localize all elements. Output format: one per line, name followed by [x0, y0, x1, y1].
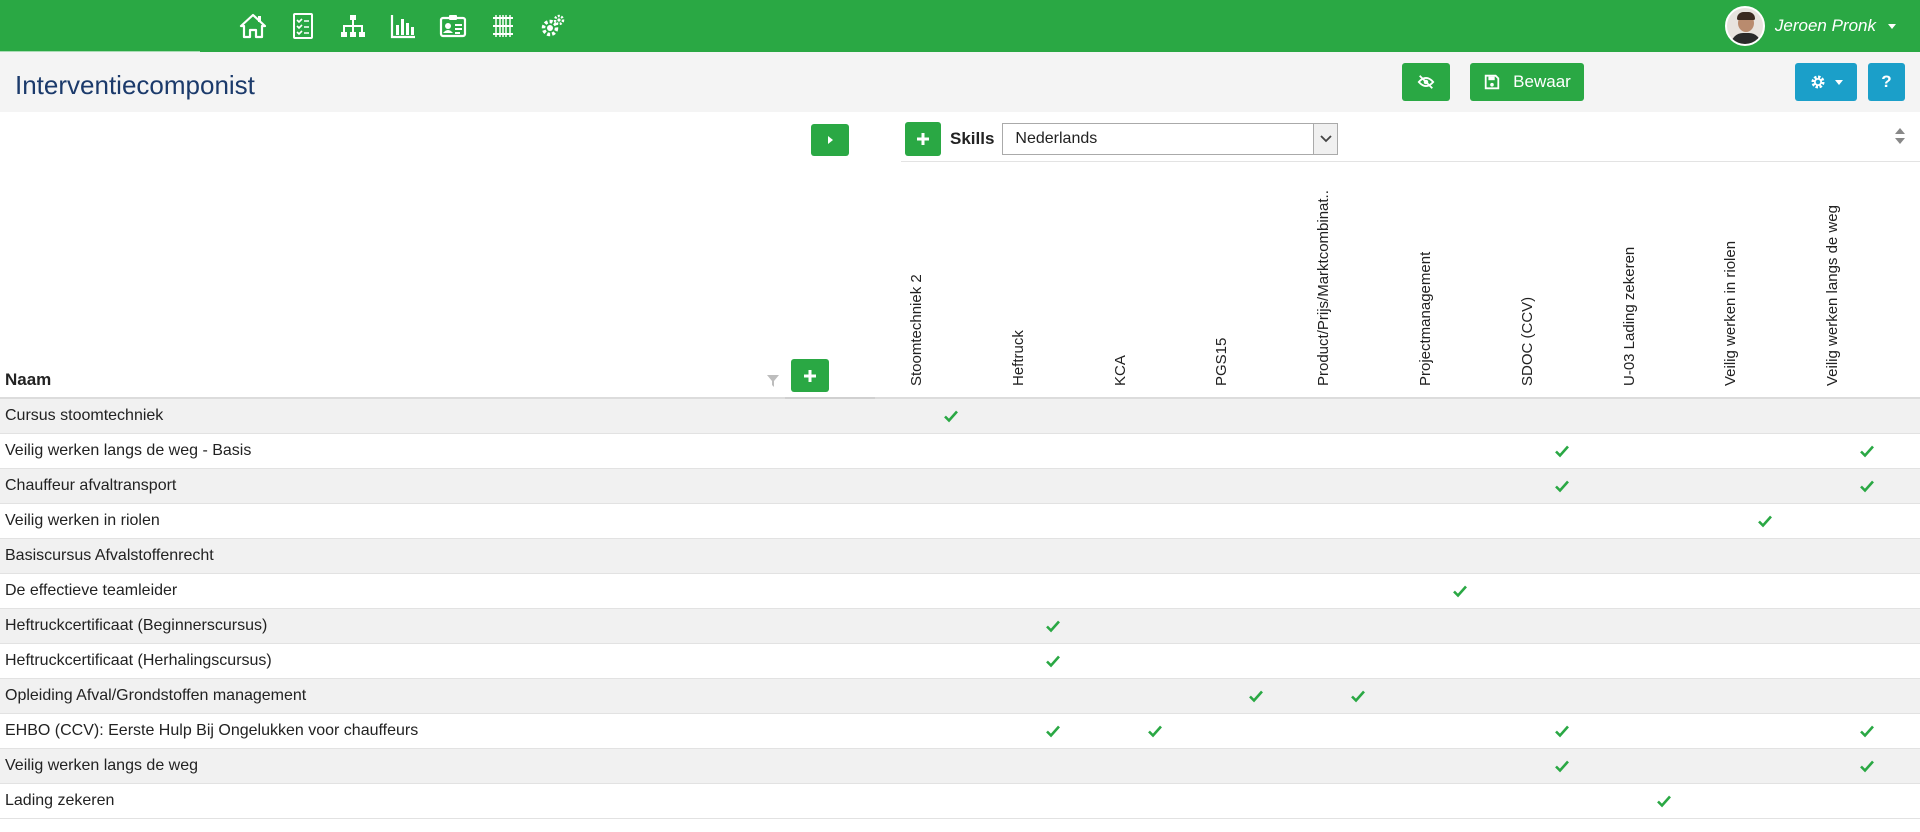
- skill-column-header[interactable]: SDOC (CCV): [1519, 297, 1536, 386]
- preview-button[interactable]: [1402, 63, 1450, 101]
- check-icon: [1656, 795, 1671, 808]
- eye-slash-icon: [1417, 75, 1435, 89]
- course-name: Opleiding Afval/Grondstoffen management: [5, 687, 307, 704]
- course-name: Veilig werken langs de weg - Basis: [5, 442, 252, 459]
- id-card-icon[interactable]: [436, 10, 470, 42]
- check-icon: [1045, 620, 1060, 633]
- skills-label: Skills: [950, 129, 995, 148]
- check-icon: [1860, 445, 1875, 458]
- floppy-disk-icon: [1484, 74, 1500, 90]
- course-name: Chauffeur afvaltransport: [5, 477, 177, 494]
- table-row[interactable]: Veilig werken langs de weg: [0, 749, 1920, 784]
- language-select-value: Nederlands: [1015, 130, 1098, 147]
- user-menu[interactable]: Jeroen Pronk: [1724, 6, 1896, 46]
- check-icon: [1453, 585, 1467, 598]
- check-icon: [1554, 760, 1569, 773]
- skill-column-header[interactable]: Veilig werken langs de weg: [1824, 205, 1841, 386]
- table-row[interactable]: Heftruckcertificaat (Beginnerscursus): [0, 609, 1920, 644]
- help-button[interactable]: ?: [1868, 63, 1905, 101]
- course-name: Heftruckcertificaat (Herhalingscursus): [5, 652, 272, 669]
- check-icon: [1147, 725, 1162, 738]
- cogs-icon[interactable]: [536, 10, 570, 42]
- plus-icon: [804, 369, 816, 382]
- table-row[interactable]: EHBO (CCV): Eerste Hulp Bij Ongelukken v…: [0, 714, 1920, 749]
- plus-icon: [917, 133, 929, 145]
- check-icon: [1249, 690, 1264, 703]
- bar-chart-icon[interactable]: [386, 10, 420, 42]
- check-icon: [1554, 445, 1569, 458]
- skills-tree-icon[interactable]: [486, 10, 520, 42]
- skill-column-header[interactable]: PGS15: [1213, 338, 1230, 386]
- skill-column-header[interactable]: Veilig werken in riolen: [1722, 241, 1739, 386]
- chevron-down-icon: [1313, 124, 1338, 154]
- settings-dropdown-button[interactable]: [1795, 63, 1857, 101]
- checklist-icon[interactable]: [286, 10, 320, 42]
- page-title: Interventiecomponist: [15, 70, 255, 100]
- divider: [901, 161, 1920, 162]
- check-icon: [1351, 690, 1366, 703]
- check-icon: [1045, 725, 1060, 738]
- chevron-down-icon: [1835, 79, 1843, 85]
- check-icon: [944, 410, 958, 423]
- course-name: Lading zekeren: [5, 792, 115, 809]
- gear-icon: [1811, 75, 1825, 89]
- course-name: De effectieve teamleider: [5, 582, 178, 599]
- check-icon: [1554, 480, 1569, 493]
- course-name: Veilig werken in riolen: [5, 512, 160, 529]
- main-nav: [236, 10, 570, 42]
- add-skill-button[interactable]: [905, 122, 941, 156]
- course-name: Basiscursus Afvalstoffenrecht: [5, 547, 214, 564]
- check-icon: [1045, 655, 1060, 668]
- filter-icon[interactable]: [766, 374, 780, 393]
- save-button-label: Bewaar: [1513, 72, 1571, 91]
- table-row[interactable]: Opleiding Afval/Grondstoffen management: [0, 679, 1920, 714]
- language-select[interactable]: Nederlands: [1002, 123, 1339, 155]
- course-name: Heftruckcertificaat (Beginnerscursus): [5, 617, 268, 634]
- course-skill-matrix: Cursus stoomtechniek Veilig werken langs …: [0, 399, 1920, 819]
- name-column-header: Naam: [5, 370, 52, 389]
- user-name: Jeroen Pronk: [1774, 16, 1876, 35]
- course-name: Veilig werken langs de weg: [5, 757, 199, 774]
- skill-column-header[interactable]: Heftruck: [1010, 330, 1027, 386]
- check-icon: [1554, 725, 1569, 738]
- top-navigation-bar: Jeroen Pronk: [0, 0, 1920, 52]
- avatar: [1724, 6, 1765, 46]
- check-icon: [1860, 760, 1875, 773]
- table-row[interactable]: Lading zekeren: [0, 784, 1920, 819]
- table-row[interactable]: Cursus stoomtechniek: [0, 399, 1920, 434]
- skill-column-header[interactable]: Projectmanagement: [1417, 252, 1434, 386]
- table-row[interactable]: Veilig werken langs de weg - Basis: [0, 434, 1920, 469]
- table-row[interactable]: Veilig werken in riolen: [0, 504, 1920, 539]
- table-row[interactable]: De effectieve teamleider: [0, 574, 1920, 609]
- course-name: Cursus stoomtechniek: [5, 407, 164, 424]
- skill-column-header[interactable]: Stoomtechniek 2: [908, 274, 925, 386]
- course-name: EHBO (CCV): Eerste Hulp Bij Ongelukken v…: [5, 722, 419, 739]
- expand-panel-button[interactable]: [811, 124, 849, 156]
- caret-right-icon: [828, 136, 833, 144]
- add-course-button[interactable]: [791, 359, 829, 392]
- check-icon: [1860, 725, 1875, 738]
- table-row[interactable]: Heftruckcertificaat (Herhalingscursus): [0, 644, 1920, 679]
- chevron-down-icon: [1888, 23, 1896, 29]
- skills-toolbar: Skills Nederlands: [905, 122, 1339, 156]
- table-row[interactable]: Chauffeur afvaltransport: [0, 469, 1920, 504]
- skill-column-header[interactable]: Product/Prijs/Marktcombinat..: [1315, 190, 1332, 386]
- check-icon: [1758, 515, 1773, 528]
- page-header: Interventiecomponist Bewaar ?: [0, 52, 1920, 112]
- save-button[interactable]: Bewaar: [1470, 63, 1584, 101]
- skill-column-header[interactable]: U-03 Lading zekeren: [1621, 247, 1638, 386]
- home-icon[interactable]: [236, 10, 270, 42]
- help-button-label: ?: [1881, 72, 1892, 91]
- table-row[interactable]: Basiscursus Afvalstoffenrecht: [0, 539, 1920, 574]
- skill-column-header[interactable]: KCA: [1112, 355, 1129, 386]
- check-icon: [1860, 480, 1875, 493]
- sort-icon[interactable]: [1894, 127, 1906, 150]
- org-chart-icon[interactable]: [336, 10, 370, 42]
